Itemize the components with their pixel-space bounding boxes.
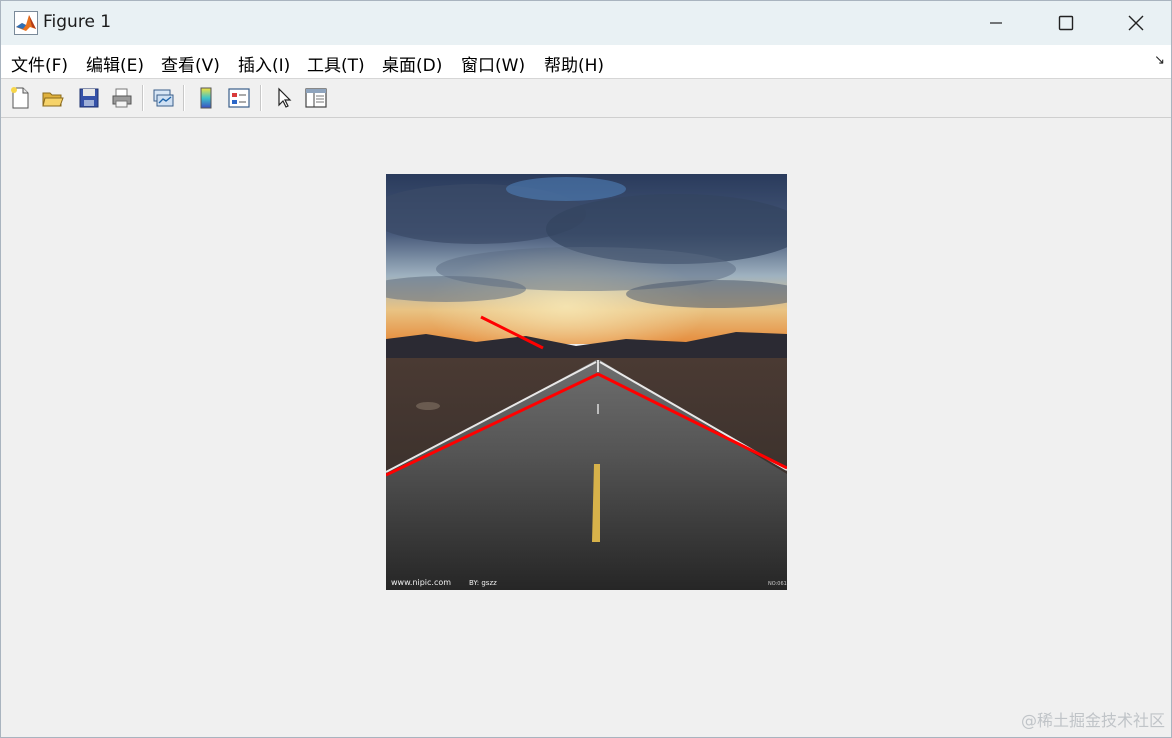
figure-toolbar xyxy=(1,79,1171,118)
edit-plot-pointer-icon xyxy=(278,87,292,108)
toolbar-separator xyxy=(183,85,185,111)
watermark-text: @稀土掘金技术社区 xyxy=(1020,711,1165,730)
print-button[interactable] xyxy=(108,84,136,112)
image-caption-right: NO:061 xyxy=(768,581,787,587)
open-file-button[interactable] xyxy=(39,84,67,112)
dock-arrow-icon[interactable]: ↘ xyxy=(1154,53,1165,68)
close-icon xyxy=(1128,15,1144,31)
maximize-button[interactable] xyxy=(1031,1,1101,45)
menu-view[interactable]: 查看(V) xyxy=(161,51,220,76)
new-figure-button[interactable] xyxy=(6,84,34,112)
edit-plot-button[interactable] xyxy=(269,84,297,112)
property-inspector-button[interactable] xyxy=(302,84,330,112)
road-sunset-photo[interactable]: www.nipic.com BY: gszz NO:061 xyxy=(386,174,787,590)
menu-window[interactable]: 窗口(W) xyxy=(461,51,525,76)
property-inspector-icon xyxy=(305,88,327,108)
maximize-icon xyxy=(1058,15,1074,31)
minimize-button[interactable] xyxy=(961,1,1031,45)
new-figure-icon xyxy=(11,87,29,109)
save-icon xyxy=(79,88,99,108)
link-plot-button[interactable] xyxy=(149,84,177,112)
image-caption-left: www.nipic.com xyxy=(391,578,451,587)
menu-help[interactable]: 帮助(H) xyxy=(544,51,604,76)
menu-file[interactable]: 文件(F) xyxy=(11,51,68,76)
menu-bar: 文件(F) 编辑(E) 查看(V) 插入(I) 工具(T) 桌面(D) 窗口(W… xyxy=(1,45,1171,79)
toolbar-separator xyxy=(260,85,262,111)
menu-tools[interactable]: 工具(T) xyxy=(307,51,365,76)
open-file-icon xyxy=(42,92,64,107)
insert-legend-button[interactable] xyxy=(225,84,253,112)
menu-insert[interactable]: 插入(I) xyxy=(238,51,290,76)
insert-colorbar-button[interactable] xyxy=(192,84,220,112)
figure-window: Figure 1 文件(F) 编辑(E) 查看(V) 插入(I) 工具(T) 桌… xyxy=(0,0,1172,738)
toolbar-separator xyxy=(142,85,144,111)
save-button[interactable] xyxy=(75,84,103,112)
minimize-icon xyxy=(990,22,1002,24)
menu-edit[interactable]: 编辑(E) xyxy=(86,51,144,76)
print-icon xyxy=(112,88,132,108)
window-title: Figure 1 xyxy=(43,12,112,32)
insert-colorbar-icon xyxy=(200,87,212,109)
matlab-logo-icon xyxy=(14,11,38,35)
title-bar[interactable]: Figure 1 xyxy=(1,1,1171,45)
insert-legend-icon xyxy=(228,88,250,108)
link-plot-icon xyxy=(153,89,174,107)
menu-desktop[interactable]: 桌面(D) xyxy=(382,51,442,76)
close-button[interactable] xyxy=(1101,1,1171,45)
image-caption-mid: BY: gszz xyxy=(469,579,497,587)
